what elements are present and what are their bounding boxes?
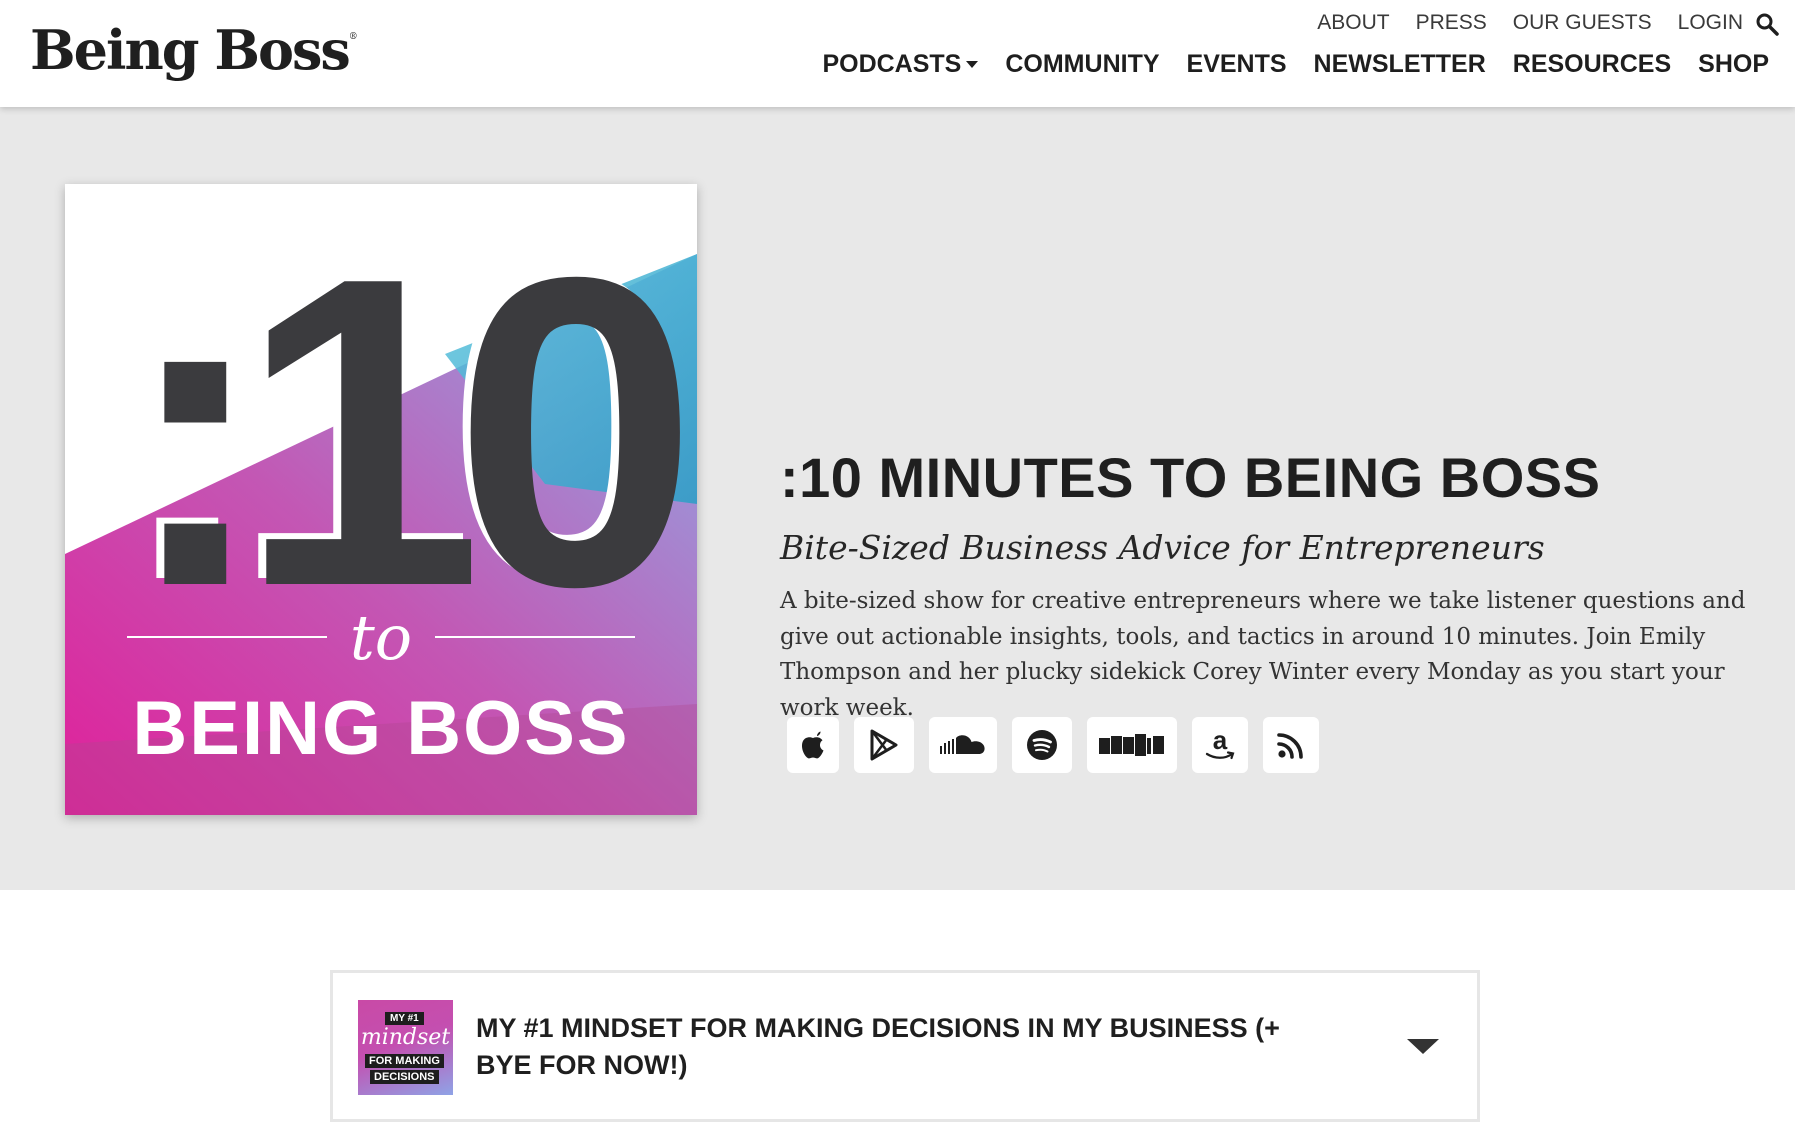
spotify-icon — [1027, 730, 1057, 760]
subscribe-platforms: a — [787, 717, 1319, 773]
stitcher-icon — [1099, 734, 1164, 756]
thumb-text: MY #1 — [385, 1012, 424, 1025]
podcast-subtitle: Bite-Sized Business Advice for Entrepren… — [780, 528, 1545, 567]
stitcher-button[interactable] — [1087, 717, 1177, 773]
google-play-button[interactable] — [854, 717, 914, 773]
podcast-description: A bite-sized show for creative entrepren… — [780, 588, 1746, 721]
thumb-text: DECISIONS — [370, 1070, 439, 1084]
spotify-button[interactable] — [1012, 717, 1072, 773]
nav-resources[interactable]: RESOURCES — [1513, 50, 1671, 79]
nav-login[interactable]: LOGIN — [1678, 11, 1743, 35]
apple-podcasts-button[interactable] — [787, 717, 839, 773]
nav-about[interactable]: ABOUT — [1317, 11, 1389, 35]
svg-text:a: a — [1213, 727, 1228, 755]
utility-nav: ABOUT PRESS OUR GUESTS LOGIN — [1317, 11, 1743, 35]
amazon-icon: a — [1205, 727, 1235, 760]
thumb-text: FOR MAKING — [365, 1054, 444, 1068]
cover-brand: BEING BOSS — [132, 686, 629, 771]
chevron-down-icon — [966, 61, 979, 68]
nav-podcasts-label: PODCASTS — [822, 50, 962, 78]
podcast-cover-art: :10 :10 to BEING BOSS — [65, 184, 697, 815]
thumb-text: mindset — [360, 1025, 451, 1050]
nav-community[interactable]: COMMUNITY — [1005, 50, 1159, 79]
cover-to: to — [350, 601, 412, 674]
nav-shop[interactable]: SHOP — [1698, 50, 1769, 79]
amazon-button[interactable]: a — [1192, 717, 1248, 773]
rss-icon — [1277, 733, 1303, 759]
nav-podcasts[interactable]: PODCASTS — [822, 50, 979, 79]
apple-podcasts-icon — [801, 731, 824, 759]
podcast-title: :10 MINUTES TO BEING BOSS — [780, 446, 1601, 509]
site-header: Being Boss® ABOUT PRESS OUR GUESTS LOGIN… — [0, 0, 1795, 107]
rss-button[interactable] — [1263, 717, 1319, 773]
soundcloud-icon — [940, 735, 985, 754]
soundcloud-button[interactable] — [929, 717, 997, 773]
podcast-hero: :10 :10 to BEING BOSS :10 MINUTES TO BEI… — [0, 107, 1795, 890]
search-icon[interactable] — [1755, 12, 1779, 36]
expand-toggle-icon[interactable] — [1407, 1039, 1439, 1054]
nav-press[interactable]: PRESS — [1416, 11, 1487, 35]
episode-item[interactable]: MY #1 mindset FOR MAKING DECISIONS MY #1… — [330, 970, 1480, 1122]
nav-newsletter[interactable]: NEWSLETTER — [1314, 50, 1486, 79]
google-play-icon — [870, 729, 898, 761]
nav-our-guests[interactable]: OUR GUESTS — [1513, 11, 1652, 35]
site-logo[interactable]: Being Boss® — [30, 18, 358, 82]
episode-title[interactable]: MY #1 MINDSET FOR MAKING DECISIONS IN MY… — [476, 1010, 1336, 1084]
nav-events[interactable]: EVENTS — [1187, 50, 1287, 79]
main-nav: PODCASTS COMMUNITY EVENTS NEWSLETTER RES… — [822, 50, 1769, 79]
episode-thumbnail: MY #1 mindset FOR MAKING DECISIONS — [358, 1000, 453, 1095]
